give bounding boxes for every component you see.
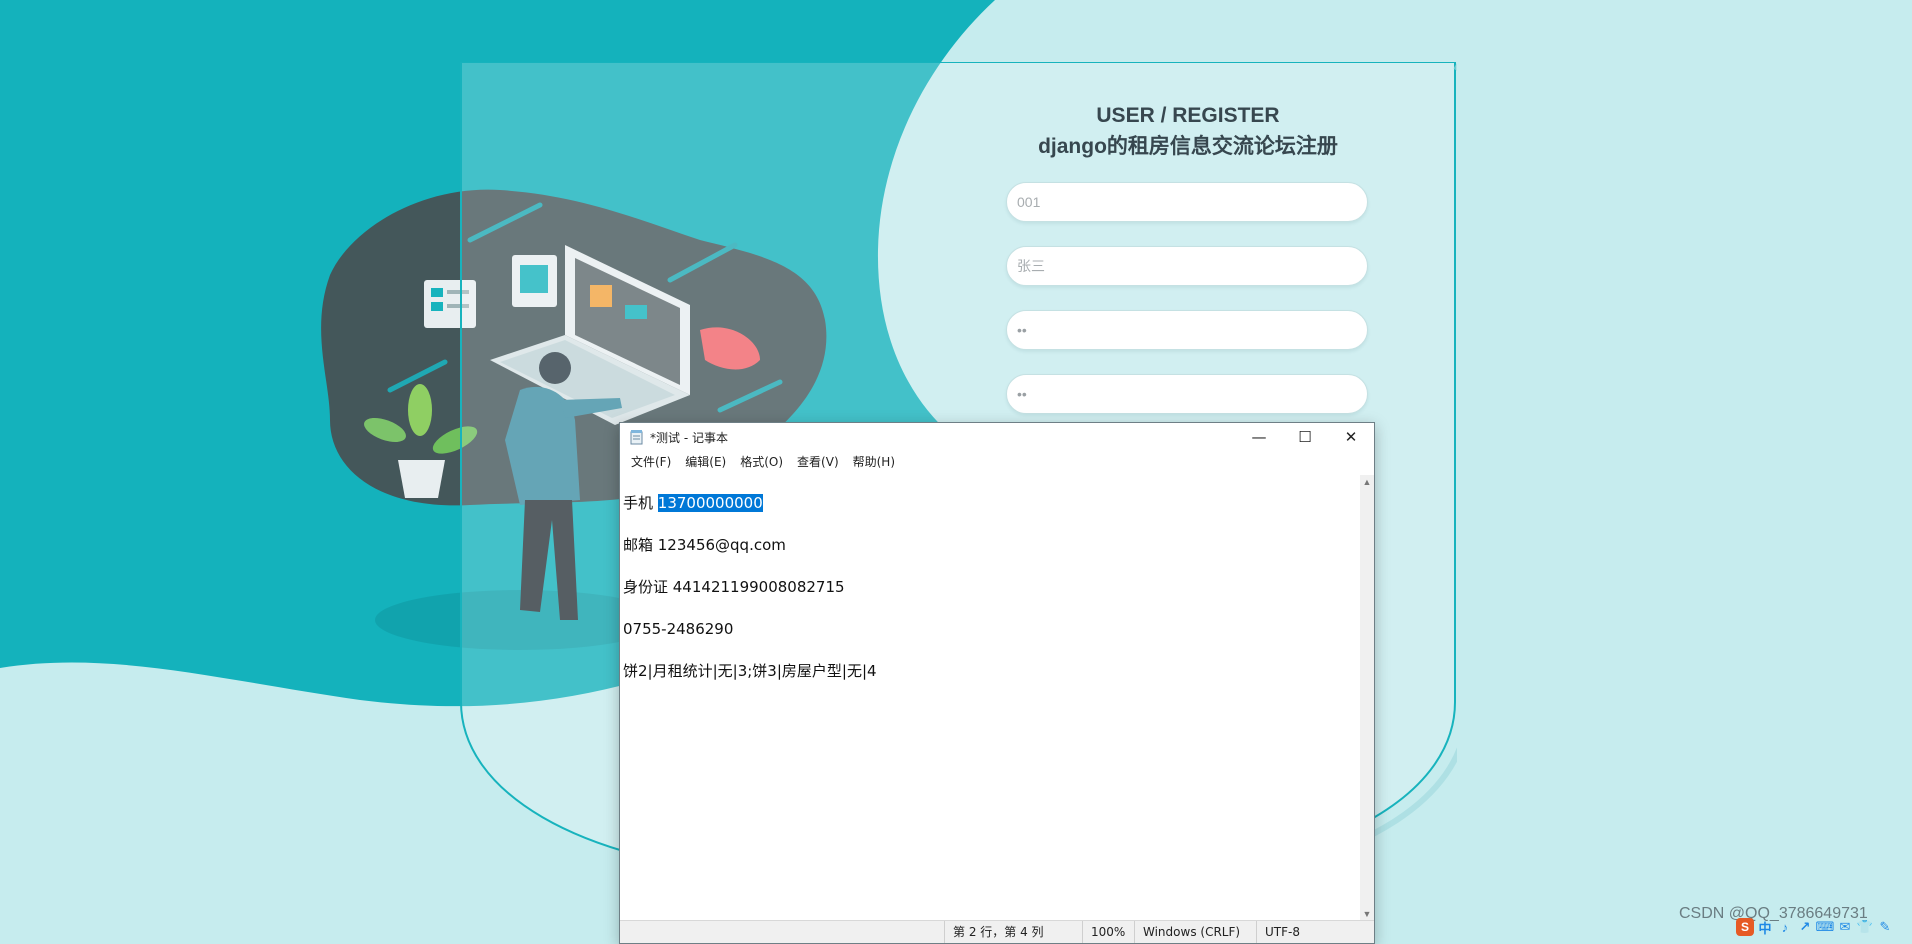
- scroll-up-icon[interactable]: ▲: [1360, 475, 1374, 489]
- minimize-button[interactable]: —: [1236, 423, 1282, 451]
- notepad-title: *测试 - 记事本: [650, 430, 728, 445]
- notepad-menubar: 文件(F) 编辑(E) 格式(O) 查看(V) 帮助(H): [620, 451, 1374, 473]
- menu-help[interactable]: 帮助(H): [846, 451, 902, 473]
- text-line-blank: [623, 640, 1357, 661]
- status-line-ending: Windows (CRLF): [1134, 921, 1256, 943]
- ime-tray: S 中 ♪ ↗ ⌨ ✉ 👕 ✎: [1736, 918, 1894, 936]
- menu-edit[interactable]: 编辑(E): [678, 451, 733, 473]
- tool-icon[interactable]: ✎: [1876, 918, 1894, 936]
- text-line-tel: 0755-2486290: [623, 620, 734, 638]
- status-spacer: [620, 921, 944, 943]
- text-line-phone: 手机 13700000000: [623, 493, 1357, 535]
- vertical-scrollbar[interactable]: ▲ ▼: [1360, 475, 1374, 921]
- register-form: USER / REGISTER django的租房信息交流论坛注册: [1006, 100, 1370, 414]
- account-input[interactable]: [1006, 182, 1368, 222]
- plant-pot: [398, 460, 445, 498]
- phone-label: 手机: [623, 494, 658, 512]
- text-line-email: 邮箱 123456@qq.com: [623, 536, 786, 554]
- text-line-idcard: 身份证 441421199008082715: [623, 578, 845, 596]
- close-button[interactable]: ✕: [1328, 423, 1374, 451]
- confirm-password-input[interactable]: [1006, 374, 1368, 414]
- menu-view[interactable]: 查看(V): [790, 451, 846, 473]
- status-encoding: UTF-8: [1256, 921, 1366, 943]
- form-title-en: USER / REGISTER: [1096, 104, 1280, 127]
- sogou-icon[interactable]: S: [1736, 918, 1754, 936]
- scroll-down-icon[interactable]: ▼: [1360, 907, 1374, 921]
- name-input[interactable]: [1006, 246, 1368, 286]
- notepad-window: *测试 - 记事本 — ☐ ✕ 文件(F) 编辑(E) 格式(O) 查看(V) …: [619, 422, 1375, 944]
- password-input[interactable]: [1006, 310, 1368, 350]
- menu-file[interactable]: 文件(F): [624, 451, 678, 473]
- mail-icon[interactable]: ✉: [1836, 918, 1854, 936]
- status-zoom: 100%: [1082, 921, 1134, 943]
- skin-icon[interactable]: 👕: [1856, 918, 1874, 936]
- chinese-mode-icon[interactable]: 中: [1756, 918, 1774, 936]
- form-title-cn: django的租房信息交流论坛注册: [1038, 135, 1338, 158]
- keyboard-icon[interactable]: ⌨: [1816, 918, 1835, 936]
- punctuation-icon[interactable]: ↗: [1796, 918, 1814, 936]
- notepad-icon: [630, 429, 643, 444]
- maximize-button[interactable]: ☐: [1282, 423, 1328, 451]
- menu-format[interactable]: 格式(O): [733, 451, 790, 473]
- status-position: 第 2 行，第 4 列: [944, 921, 1082, 943]
- notepad-text-area[interactable]: 手机 13700000000 邮箱 123456@qq.com 身份证 4414…: [620, 475, 1360, 921]
- text-line-chart: 饼2|月租统计|无|3;饼3|房屋户型|无|4: [623, 662, 877, 680]
- notepad-titlebar[interactable]: *测试 - 记事本 — ☐ ✕: [620, 423, 1374, 451]
- selected-text: 13700000000: [657, 494, 763, 512]
- notepad-statusbar: 第 2 行，第 4 列 100% Windows (CRLF) UTF-8: [620, 920, 1374, 943]
- moon-icon[interactable]: ♪: [1776, 918, 1794, 936]
